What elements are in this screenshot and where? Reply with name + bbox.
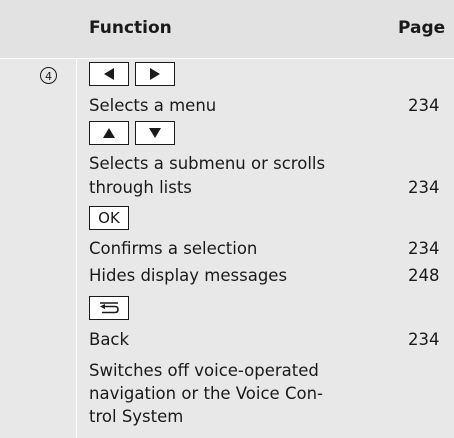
- page-column-header: Page: [398, 18, 446, 38]
- marker-column: [0, 59, 76, 438]
- right-arrow-icon: [135, 62, 175, 86]
- row-hides-messages: Hides display messages: [89, 266, 288, 285]
- page-ref: 248: [408, 266, 440, 285]
- ok-key: OK: [89, 206, 129, 230]
- left-arrow-icon: [89, 62, 129, 86]
- back-key-row: [89, 296, 129, 320]
- row-selects-submenu-line1: Selects a submenu or scrolls: [89, 154, 326, 173]
- page-ref: 234: [408, 178, 440, 197]
- item-number-marker: 4: [40, 67, 57, 84]
- row-switches-off-line3: trol System: [89, 407, 184, 426]
- row-selects-menu: Selects a menu: [89, 96, 217, 115]
- page-ref: 234: [408, 239, 440, 258]
- table-header: Function Page: [0, 0, 454, 59]
- row-back: Back: [89, 330, 130, 349]
- function-column-header: Function: [89, 18, 172, 38]
- page-ref: 234: [408, 96, 440, 115]
- up-down-keys: [89, 121, 175, 145]
- up-arrow-icon: [89, 121, 129, 145]
- ok-key-row: OK: [89, 206, 129, 230]
- back-icon: [89, 296, 129, 320]
- page-ref: 234: [408, 330, 440, 349]
- row-switches-off-line2: navigation or the Voice Con-: [89, 384, 323, 403]
- row-confirms-selection: Confirms a selection: [89, 239, 258, 258]
- row-switches-off-line1: Switches off voice-operated: [89, 361, 319, 380]
- down-arrow-icon: [135, 121, 175, 145]
- row-selects-submenu-line2: through lists: [89, 178, 192, 197]
- left-right-keys: [89, 62, 175, 86]
